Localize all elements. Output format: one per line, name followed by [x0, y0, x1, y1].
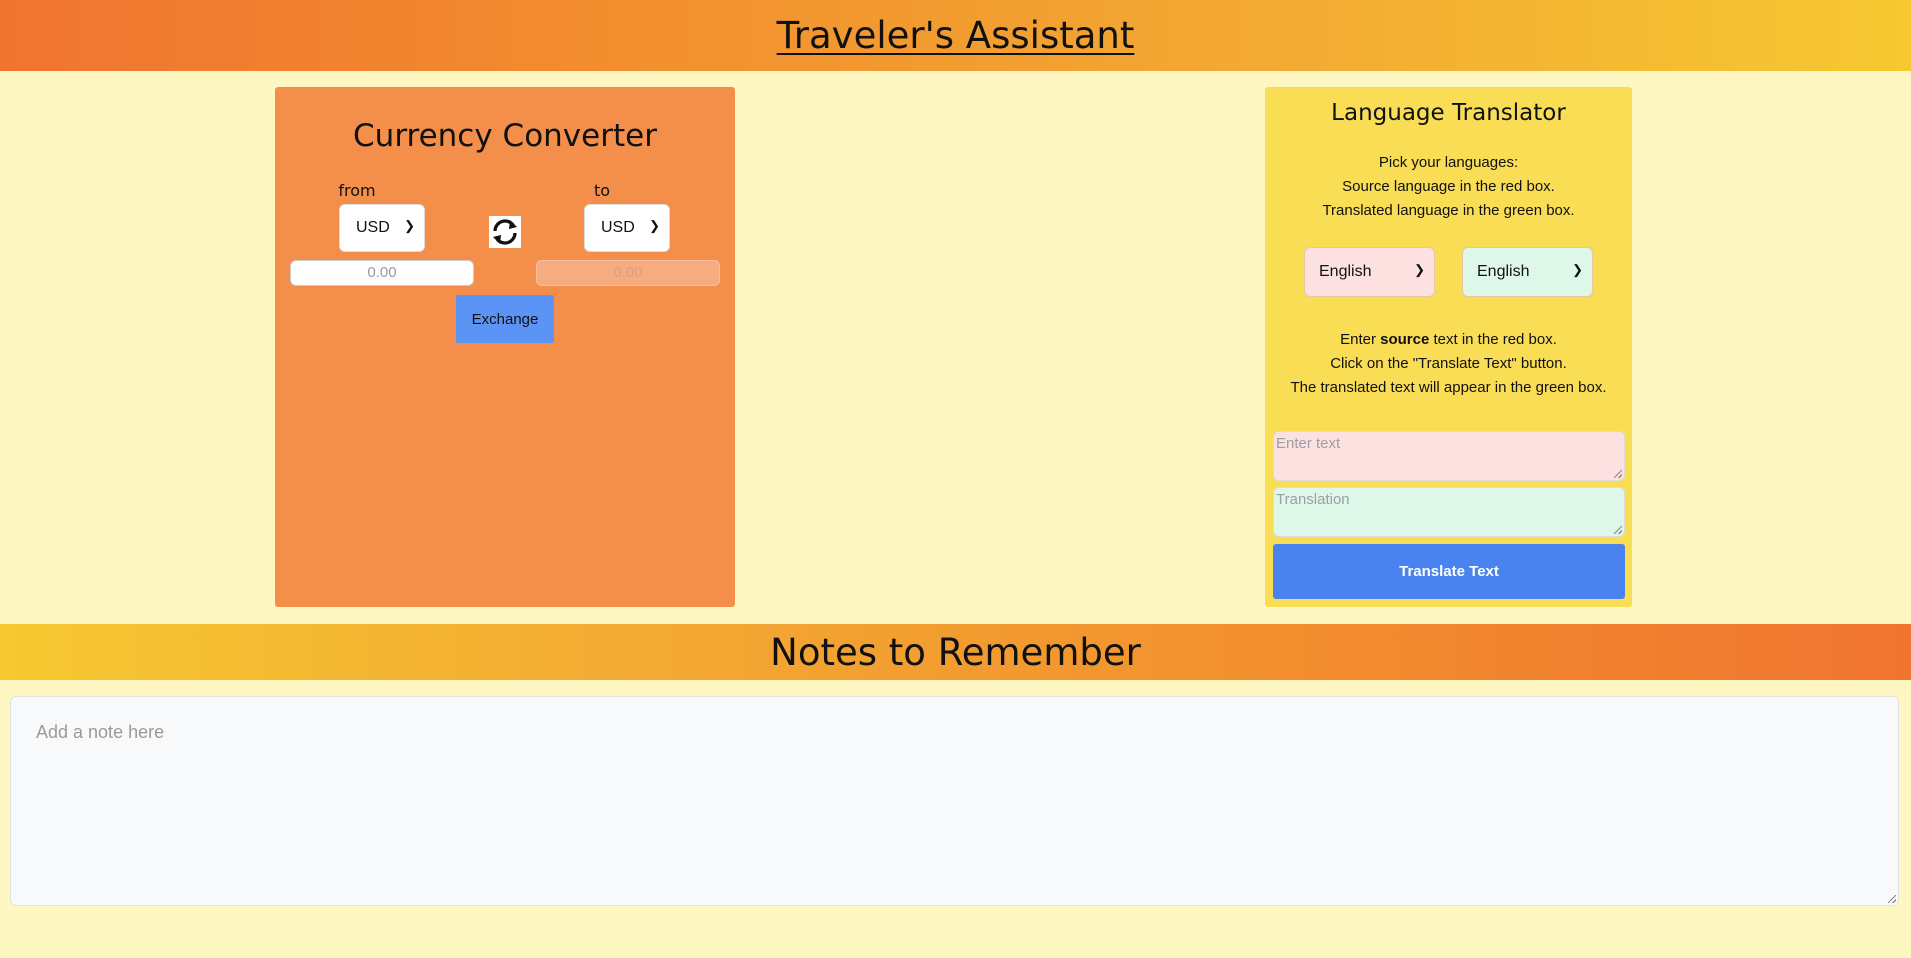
translate-text-button[interactable]: Translate Text [1273, 544, 1625, 599]
appear-line: The translated text will appear in the g… [1290, 379, 1607, 396]
currency-converter-panel: Currency Converter from to USD ❯ USD ❯ 0… [275, 87, 735, 607]
notes-textarea[interactable]: Add a note here [10, 696, 1899, 906]
from-amount-input[interactable]: 0.00 [290, 260, 474, 286]
translator-title: Language Translator [1331, 100, 1566, 126]
header-bar: Traveler's Assistant [0, 0, 1911, 71]
resize-handle-icon[interactable] [1614, 470, 1622, 478]
pick-line-3: Translated language in the green box. [1322, 202, 1575, 219]
to-currency-select[interactable]: USD ❯ [584, 204, 670, 252]
page-title: Traveler's Assistant [776, 14, 1135, 57]
notes-title: Notes to Remember [770, 630, 1141, 674]
from-label: from [338, 181, 376, 200]
enter-bold: source [1380, 331, 1430, 348]
target-language-value: English [1477, 263, 1530, 280]
click-line: Click on the "Translate Text" button. [1330, 355, 1567, 372]
notes-header-bar: Notes to Remember [0, 624, 1911, 680]
pick-line-1: Pick your languages: [1378, 154, 1519, 171]
to-currency-value: USD [601, 219, 635, 236]
source-language-value: English [1319, 263, 1372, 280]
translation-placeholder: Translation [1276, 491, 1350, 508]
resize-handle-icon[interactable] [1614, 526, 1622, 534]
from-currency-select[interactable]: USD ❯ [339, 204, 425, 252]
to-amount-output: 0.00 [536, 260, 720, 286]
pick-languages-instructions: Pick your languages: Source language in … [1265, 151, 1632, 223]
source-text-placeholder: Enter text [1276, 435, 1341, 452]
source-text-input[interactable]: Enter text [1273, 431, 1625, 481]
translate-instructions: Enter source text in the red box. Click … [1265, 328, 1632, 400]
target-language-select[interactable]: English ❯ [1462, 247, 1593, 297]
to-label: to [593, 181, 611, 200]
enter-suffix: text in the red box. [1429, 331, 1557, 348]
enter-line: Enter source text in the red box. [1265, 328, 1632, 352]
language-translator-panel: Language Translator Pick your languages:… [1265, 87, 1632, 607]
chevron-down-icon: ❯ [1414, 262, 1425, 277]
swap-arrows-icon[interactable] [489, 216, 521, 248]
resize-handle-icon[interactable] [1888, 895, 1896, 903]
translation-output[interactable]: Translation [1273, 487, 1625, 537]
from-currency-value: USD [356, 219, 390, 236]
source-language-select[interactable]: English ❯ [1304, 247, 1435, 297]
currency-converter-title: Currency Converter [353, 118, 657, 154]
enter-prefix: Enter [1340, 331, 1381, 348]
chevron-down-icon: ❯ [1572, 262, 1583, 277]
pick-line-2: Source language in the red box. [1342, 178, 1555, 195]
chevron-down-icon: ❯ [649, 218, 660, 233]
exchange-button[interactable]: Exchange [456, 295, 554, 343]
chevron-down-icon: ❯ [404, 218, 415, 233]
notes-placeholder: Add a note here [36, 722, 165, 742]
